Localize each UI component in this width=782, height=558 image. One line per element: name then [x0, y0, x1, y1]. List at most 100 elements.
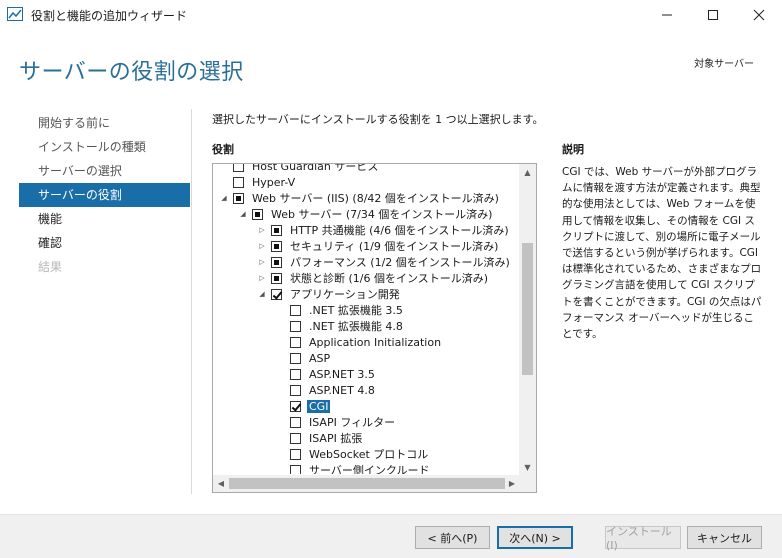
- tree-row[interactable]: .NET 拡張機能 3.5: [276, 302, 403, 318]
- previous-button[interactable]: < 前へ(P): [415, 526, 490, 549]
- nav-item-confirmation[interactable]: 確認: [19, 231, 190, 255]
- role-label[interactable]: CGI: [307, 399, 331, 413]
- scroll-left-arrow[interactable]: ◀: [213, 475, 229, 492]
- tree-row[interactable]: .NET 拡張機能 4.8: [276, 318, 403, 334]
- vertical-scroll-thumb[interactable]: [522, 243, 533, 375]
- role-label[interactable]: Host Guardian サービス: [252, 164, 378, 174]
- tree-row[interactable]: ISAPI 拡張: [276, 430, 362, 446]
- nav-item-installation-type[interactable]: インストールの種類: [19, 135, 190, 159]
- role-checkbox[interactable]: [290, 352, 301, 364]
- role-checkbox[interactable]: [290, 448, 301, 460]
- nav-item-before-you-begin[interactable]: 開始する前に: [19, 111, 190, 135]
- cancel-button[interactable]: キャンセル: [687, 526, 762, 549]
- tree-row[interactable]: Application Initialization: [276, 334, 441, 350]
- tree-row[interactable]: ASP.NET 3.5: [276, 366, 375, 382]
- role-checkbox[interactable]: [252, 208, 263, 220]
- nav-item-results: 結果: [38, 260, 63, 274]
- roles-tree-content: Host Guardian サービス Hyper-V ◢ Web サーバー (IIS)…: [213, 164, 521, 474]
- role-checkbox[interactable]: [233, 164, 244, 172]
- maximize-button[interactable]: [690, 0, 736, 30]
- role-checkbox[interactable]: [290, 304, 301, 316]
- horizontal-scroll-thumb[interactable]: [229, 478, 505, 489]
- triangle-right-icon[interactable]: ▷: [257, 270, 267, 286]
- role-label[interactable]: .NET 拡張機能 4.8: [309, 318, 403, 334]
- role-label[interactable]: Hyper-V: [252, 176, 295, 189]
- role-checkbox[interactable]: [290, 400, 301, 412]
- role-label[interactable]: .NET 拡張機能 3.5: [309, 302, 403, 318]
- minimize-button[interactable]: [644, 0, 690, 30]
- role-label[interactable]: ISAPI 拡張: [309, 430, 362, 446]
- close-button[interactable]: [736, 0, 782, 30]
- role-label[interactable]: サーバー側インクルード: [309, 462, 430, 474]
- role-checkbox[interactable]: [233, 176, 244, 188]
- triangle-right-icon[interactable]: ▷: [257, 254, 267, 270]
- scroll-right-arrow[interactable]: ▶: [504, 475, 520, 492]
- triangle-down-icon[interactable]: ◢: [238, 206, 248, 222]
- role-checkbox[interactable]: [271, 224, 282, 236]
- triangle-right-icon[interactable]: ▷: [257, 222, 267, 238]
- triangle-down-icon[interactable]: ◢: [219, 190, 229, 206]
- tree-row[interactable]: ASP.NET 4.8: [276, 382, 375, 398]
- role-label[interactable]: ASP.NET 3.5: [309, 368, 375, 381]
- tree-row[interactable]: ISAPI フィルター: [276, 414, 395, 430]
- role-checkbox[interactable]: [290, 336, 301, 348]
- role-checkbox[interactable]: [290, 368, 301, 380]
- tree-row[interactable]: WebSocket プロトコル: [276, 446, 428, 462]
- tree-row[interactable]: ▷ 状態と診断 (1/6 個をインストール済み): [257, 270, 488, 286]
- role-label[interactable]: Web サーバー (IIS) (8/42 個をインストール済み): [252, 190, 499, 206]
- tree-row[interactable]: ASP: [276, 350, 330, 366]
- vertical-scrollbar[interactable]: ▲ ▼: [519, 164, 536, 475]
- role-checkbox[interactable]: [290, 416, 301, 428]
- role-label[interactable]: アプリケーション開発: [290, 286, 400, 302]
- tree-row[interactable]: ◢ Web サーバー (IIS) (8/42 個をインストール済み): [219, 190, 499, 206]
- horizontal-scrollbar[interactable]: ◀ ▶: [213, 475, 520, 492]
- role-label[interactable]: ISAPI フィルター: [309, 414, 395, 430]
- target-server-label: 対象サーバー: [694, 59, 754, 70]
- role-checkbox[interactable]: [290, 384, 301, 396]
- tree-row[interactable]: Host Guardian サービス: [219, 164, 378, 174]
- role-label[interactable]: 状態と診断 (1/6 個をインストール済み): [290, 270, 488, 286]
- triangle-right-icon[interactable]: ▷: [257, 238, 267, 254]
- tree-row[interactable]: ▷ HTTP 共通機能 (4/6 個をインストール済み): [257, 222, 509, 238]
- role-label[interactable]: パフォーマンス (1/2 個をインストール済み): [290, 254, 510, 270]
- role-checkbox[interactable]: [233, 192, 244, 204]
- next-button[interactable]: 次へ(N) >: [497, 526, 573, 549]
- role-label[interactable]: ASP.NET 4.8: [309, 384, 375, 397]
- tree-row[interactable]: ◢ アプリケーション開発: [257, 286, 400, 302]
- role-label[interactable]: WebSocket プロトコル: [309, 446, 428, 462]
- role-checkbox[interactable]: [290, 464, 301, 474]
- tree-row[interactable]: ◢ Web サーバー (7/34 個をインストール済み): [238, 206, 492, 222]
- role-checkbox[interactable]: [271, 256, 282, 268]
- role-checkbox[interactable]: [271, 272, 282, 284]
- role-checkbox[interactable]: [271, 288, 282, 300]
- title-bar: 役割と機能の追加ウィザード: [0, 0, 782, 30]
- triangle-down-icon[interactable]: ◢: [257, 286, 267, 302]
- role-label[interactable]: ASP: [309, 352, 330, 365]
- role-label[interactable]: HTTP 共通機能 (4/6 個をインストール済み): [290, 222, 509, 238]
- role-label[interactable]: Web サーバー (7/34 個をインストール済み): [271, 206, 492, 222]
- scroll-up-arrow[interactable]: ▲: [519, 164, 536, 180]
- nav-item-features[interactable]: 機能: [19, 207, 190, 231]
- nav-item-server-roles[interactable]: サーバーの役割: [19, 183, 190, 207]
- tree-row[interactable]: ▷ パフォーマンス (1/2 個をインストール済み): [257, 254, 510, 270]
- tree-row[interactable]: ▷ セキュリティ (1/9 個をインストール済み): [257, 238, 498, 254]
- nav-item-server-selection[interactable]: サーバーの選択: [19, 159, 190, 183]
- role-label[interactable]: Application Initialization: [309, 336, 441, 349]
- role-checkbox[interactable]: [271, 240, 282, 252]
- roles-tree[interactable]: Host Guardian サービス Hyper-V ◢ Web サーバー (IIS)…: [212, 163, 537, 493]
- tree-row[interactable]: Hyper-V: [219, 174, 295, 190]
- tree-row[interactable]: CGI: [276, 398, 331, 414]
- description-text: CGI では、Web サーバーが外部プログラムに情報を渡す方法が定義されます。典…: [562, 166, 762, 341]
- tree-row[interactable]: サーバー側インクルード: [276, 462, 430, 474]
- scroll-down-arrow[interactable]: ▼: [519, 459, 536, 475]
- wizard-nav: 開始する前に インストールの種類 サーバーの選択 サーバーの役割 機能 確認 結…: [19, 111, 190, 279]
- role-checkbox[interactable]: [290, 432, 301, 444]
- role-checkbox[interactable]: [290, 320, 301, 332]
- role-label[interactable]: セキュリティ (1/9 個をインストール済み): [290, 238, 498, 254]
